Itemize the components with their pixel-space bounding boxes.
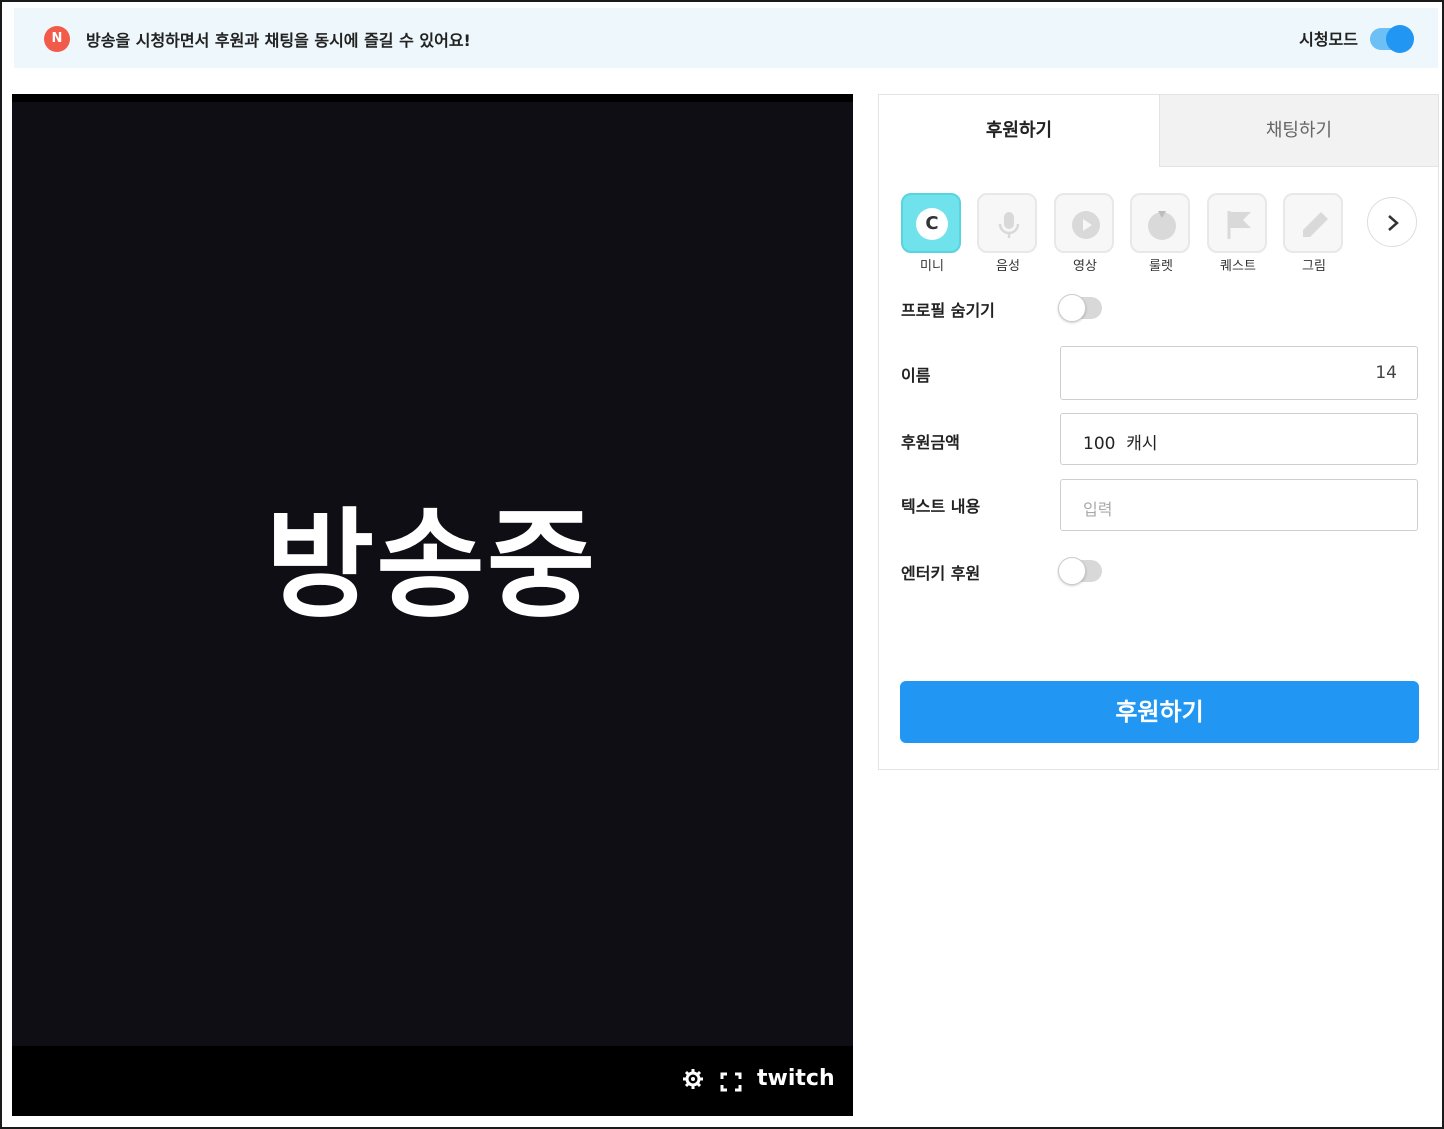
message-placeholder: 입력 — [1083, 500, 1113, 519]
donation-type-label: 그림 — [1302, 259, 1326, 274]
notice-text: 방송을 시청하면서 후원과 채팅을 동시에 즐길 수 있어요! — [86, 31, 471, 50]
view-mode-label: 시청모드 — [1299, 30, 1358, 49]
message-label: 텍스트 내용 — [901, 497, 981, 516]
donate-submit-button[interactable]: 후원하기 — [900, 681, 1419, 743]
notice-badge: N — [44, 26, 70, 52]
donation-type-mini[interactable]: C 미니 — [901, 193, 963, 274]
chevron-right-icon — [1388, 215, 1399, 231]
enter-key-label: 엔터키 후원 — [901, 564, 981, 583]
notice-bar: N 방송을 시청하면서 후원과 채팅을 동시에 즐길 수 있어요! 시청모드 — [14, 8, 1438, 68]
donation-type-label: 미니 — [920, 259, 944, 274]
microphone-icon — [998, 212, 1020, 238]
tab-donate[interactable]: 후원하기 — [879, 95, 1159, 167]
live-status-overlay: 방송중 — [12, 102, 853, 1046]
donation-type-list: C 미니 음성 영상 룰렛 퀘스트 그림 — [901, 193, 1421, 274]
amount-field[interactable]: 100 캐시 — [1060, 413, 1418, 465]
voice-tile — [977, 193, 1037, 253]
quest-tile — [1207, 193, 1267, 253]
drawing-tile — [1283, 193, 1343, 253]
panel-tabs: 후원하기 채팅하기 — [879, 95, 1438, 167]
donation-type-video[interactable]: 영상 — [1054, 193, 1116, 274]
donation-type-voice[interactable]: 음성 — [977, 193, 1039, 274]
view-mode-toggle[interactable] — [1370, 25, 1414, 53]
name-label: 이름 — [901, 366, 931, 385]
settings-gear-icon[interactable] — [682, 1068, 704, 1095]
fullscreen-icon[interactable] — [720, 1072, 742, 1092]
amount-label: 후원금액 — [901, 433, 960, 452]
name-value: 14 — [1375, 363, 1397, 383]
name-field[interactable]: 14 — [1060, 346, 1418, 400]
donation-type-label: 영상 — [1073, 259, 1097, 274]
hide-profile-label: 프로필 숨기기 — [901, 301, 995, 320]
mini-tile: C — [901, 193, 961, 253]
donation-type-quest[interactable]: 퀘스트 — [1207, 193, 1269, 274]
pencil-icon — [1303, 212, 1328, 237]
donation-type-drawing[interactable]: 그림 — [1283, 193, 1345, 274]
player-control-bar: twitch — [12, 1046, 853, 1116]
toggle-knob — [1058, 557, 1086, 585]
amount-value: 100 캐시 — [1083, 434, 1158, 454]
donation-type-label: 퀘스트 — [1220, 259, 1256, 274]
twitch-logo[interactable]: twitch — [757, 1068, 835, 1090]
coin-icon: C — [916, 208, 948, 240]
message-input[interactable]: 입력 — [1060, 479, 1418, 531]
video-player[interactable]: 방송중 twitch — [12, 94, 853, 1116]
donation-panel: 후원하기 채팅하기 C 미니 음성 영상 룰렛 퀘스트 그림 프로필 숨기기 이… — [878, 94, 1439, 770]
tab-chat[interactable]: 채팅하기 — [1159, 95, 1438, 167]
live-status-text: 방송중 — [265, 495, 598, 634]
enter-key-toggle[interactable] — [1058, 557, 1102, 585]
toggle-knob — [1058, 294, 1086, 322]
hide-profile-toggle[interactable] — [1058, 294, 1102, 322]
donation-type-roulette[interactable]: 룰렛 — [1130, 193, 1192, 274]
video-screen[interactable]: 방송중 — [12, 102, 853, 1046]
donation-type-label: 음성 — [996, 259, 1020, 274]
flag-icon — [1227, 211, 1251, 239]
toggle-knob — [1386, 25, 1414, 53]
video-tile — [1054, 193, 1114, 253]
next-types-button[interactable] — [1367, 197, 1417, 247]
play-icon — [1072, 211, 1100, 239]
roulette-icon — [1148, 211, 1176, 240]
donation-type-label: 룰렛 — [1149, 259, 1173, 274]
roulette-tile — [1130, 193, 1190, 253]
